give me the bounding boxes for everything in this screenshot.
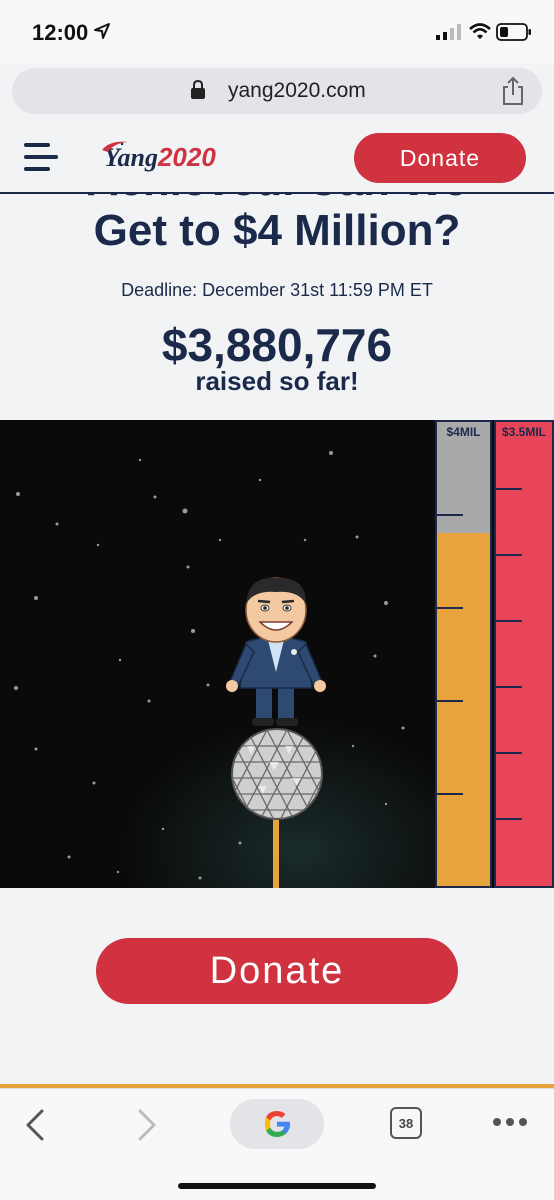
candidate-cartoon [226, 577, 326, 726]
battery-icon [496, 23, 531, 41]
browser-toolbar: 38 [0, 1088, 554, 1200]
home-indicator [178, 1183, 376, 1189]
page-root: 12:00 yang2020.com Yang2020 Donate Get t… [0, 0, 554, 1200]
meter-tick [496, 554, 522, 556]
fundraising-graphic: $4MIL $3.5MIL [0, 420, 554, 888]
meter-3-5mil-label: $3.5MIL [501, 425, 546, 439]
meter-4mil: $4MIL [435, 420, 492, 888]
meter-4mil-fill [437, 533, 490, 886]
page-headline: Get to $4 Million? [93, 206, 461, 255]
logo-year: 2020 [157, 142, 216, 172]
forward-icon[interactable] [136, 1109, 158, 1141]
share-icon[interactable] [500, 76, 526, 106]
signal-icon [436, 24, 461, 40]
tabs-icon[interactable]: 38 [390, 1107, 422, 1139]
headline-partial: Achieved. Can We [0, 194, 554, 206]
deadline-text: Deadline: December 31st 11:59 PM ET [121, 280, 433, 300]
site-header: Yang2020 Donate [0, 122, 554, 194]
starfield [14, 451, 405, 880]
disco-ball-icon [231, 728, 323, 820]
google-icon [264, 1111, 290, 1137]
meter-tick [496, 686, 522, 688]
meter-3-5mil: $3.5MIL [494, 420, 554, 888]
meter-tick [496, 818, 522, 820]
meter-tick [496, 488, 522, 490]
meter-tick [437, 700, 463, 702]
header-donate-button[interactable]: Donate [354, 133, 526, 183]
back-icon[interactable] [24, 1109, 46, 1141]
flag-swoosh-icon [102, 141, 128, 152]
status-time: 12:00 [32, 20, 89, 45]
address-bar[interactable]: yang2020.com [12, 68, 542, 114]
wifi-icon [469, 23, 491, 39]
location-arrow-icon [94, 23, 110, 39]
meter-tick [496, 620, 522, 622]
main-donate-button[interactable]: Donate [96, 938, 458, 1004]
more-icon[interactable] [492, 1117, 528, 1127]
amount-raised: $3,880,776 [161, 319, 393, 371]
meter-tick [437, 607, 463, 609]
meter-tick [437, 793, 463, 795]
status-bar: 12:00 [0, 0, 554, 64]
meter-tick [437, 514, 463, 516]
meter-tick [496, 752, 522, 754]
raised-label: raised so far! [195, 366, 359, 396]
hero-section: Achieved. Can We Get to $4 Million? Dead… [0, 194, 554, 419]
lock-icon [191, 80, 205, 99]
url-text: yang2020.com [228, 79, 366, 102]
yang2020-logo[interactable]: Yang2020 [102, 141, 216, 174]
meter-4mil-label: $4MIL [446, 425, 481, 439]
hamburger-menu-icon[interactable] [24, 140, 60, 174]
google-search-button[interactable] [230, 1099, 324, 1149]
